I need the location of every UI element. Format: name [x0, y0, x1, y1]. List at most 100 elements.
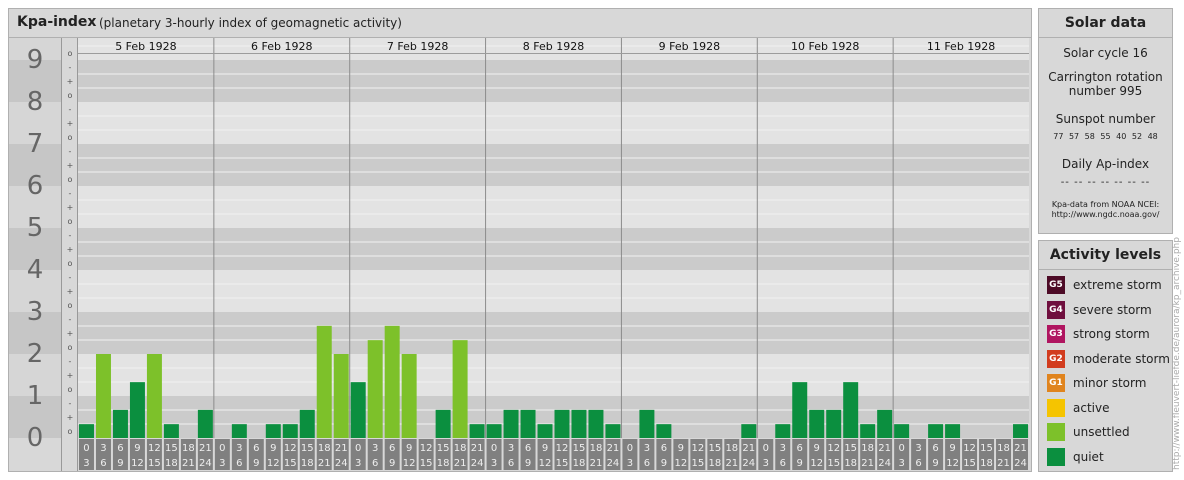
interval-start: 3: [915, 443, 921, 454]
day-label: 7 Feb 1928: [387, 40, 448, 53]
interval-start: 15: [844, 443, 857, 454]
interval-end: 24: [471, 458, 484, 469]
interval-start: 12: [556, 443, 569, 454]
sunspot-label: Sunspot number: [1055, 112, 1156, 126]
kp-bar: [656, 424, 672, 438]
interval-end: 15: [284, 458, 297, 469]
level-label: unsettled: [1073, 425, 1130, 439]
interval-start: 15: [980, 443, 993, 454]
kp-bar: [639, 409, 655, 438]
sub-tick-label: o: [68, 175, 73, 184]
interval-start: 9: [270, 443, 276, 454]
kp-bar: [146, 354, 162, 438]
interval-start: 21: [199, 443, 212, 454]
y-tick-label: 9: [27, 45, 44, 75]
interval-start: 18: [725, 443, 738, 454]
interval-start: 0: [83, 443, 89, 454]
interval-start: 9: [134, 443, 140, 454]
sub-tick-label: o: [68, 259, 73, 268]
interval-start: 6: [525, 443, 531, 454]
interval-end: 18: [437, 458, 450, 469]
kp-bar: [486, 424, 502, 438]
interval-end: 24: [199, 458, 212, 469]
interval-start: 9: [678, 443, 684, 454]
carrington-rotation-label: Carrington rotation: [1048, 70, 1163, 84]
day-label: 9 Feb 1928: [659, 40, 720, 53]
sub-tick-label: -: [69, 357, 72, 366]
interval-end: 21: [590, 458, 603, 469]
kp-bar: [316, 325, 332, 438]
interval-start: 15: [165, 443, 178, 454]
interval-end: 18: [573, 458, 586, 469]
chart-subtitle: (planetary 3-hourly index of geomagnetic…: [99, 16, 402, 30]
interval-end: 18: [708, 458, 721, 469]
y-tick-label: 0: [27, 423, 44, 453]
g5-swatch: G5: [1047, 276, 1065, 294]
interval-end: 12: [539, 458, 552, 469]
chart-title: Kpa-index: [17, 14, 97, 30]
interval-start: 12: [691, 443, 704, 454]
interval-end: 3: [355, 458, 361, 469]
interval-end: 15: [420, 458, 433, 469]
interval-end: 12: [946, 458, 959, 469]
interval-start: 12: [148, 443, 161, 454]
interval-end: 9: [932, 458, 938, 469]
interval-start: 6: [389, 443, 395, 454]
interval-end: 18: [844, 458, 857, 469]
interval-start: 12: [284, 443, 297, 454]
kp-bar: [112, 409, 128, 438]
day-label: 11 Feb 1928: [927, 40, 995, 53]
interval-start: 18: [182, 443, 195, 454]
kp-bar: [333, 354, 349, 438]
kp-bar: [503, 409, 519, 438]
interval-start: 3: [780, 443, 786, 454]
y-tick-label: 3: [27, 297, 44, 327]
interval-start: 3: [644, 443, 650, 454]
level-label: extreme storm: [1073, 278, 1162, 292]
y-tick-label: 1: [27, 381, 44, 411]
interval-end: 24: [878, 458, 891, 469]
interval-start: 15: [301, 443, 314, 454]
interval-start: 15: [708, 443, 721, 454]
interval-end: 12: [131, 458, 144, 469]
kp-bar: [282, 424, 298, 438]
interval-end: 9: [661, 458, 667, 469]
interval-end: 12: [403, 458, 416, 469]
interval-end: 21: [997, 458, 1010, 469]
kp-bar: [350, 382, 366, 438]
interval-end: 12: [267, 458, 280, 469]
kp-bar: [928, 424, 944, 438]
kp-band: [78, 354, 1029, 396]
interval-start: 0: [491, 443, 497, 454]
sub-tick-label: +: [67, 329, 74, 338]
kp-bar: [1013, 424, 1028, 438]
interval-end: 9: [389, 458, 395, 469]
interval-start: 9: [814, 443, 820, 454]
kp-bar: [435, 409, 451, 438]
interval-end: 6: [915, 458, 921, 469]
sub-tick-label: -: [69, 399, 72, 408]
interval-start: 0: [627, 443, 633, 454]
sub-tick-label: o: [68, 343, 73, 352]
day-label: 10 Feb 1928: [791, 40, 859, 53]
sub-tick-label: o: [68, 133, 73, 142]
kp-bar: [231, 424, 247, 438]
sub-tick-label: +: [67, 119, 74, 128]
interval-end: 12: [810, 458, 823, 469]
kp-bar: [95, 354, 111, 438]
interval-start: 6: [253, 443, 259, 454]
kp-bar: [79, 424, 94, 438]
kp-bar: [537, 424, 553, 438]
sub-tick-label: +: [67, 203, 74, 212]
interval-end: 18: [301, 458, 314, 469]
sub-tick-label: -: [69, 273, 72, 282]
interval-end: 15: [963, 458, 976, 469]
interval-end: 6: [100, 458, 106, 469]
kp-band: [78, 228, 1029, 270]
quiet-swatch: [1047, 447, 1065, 466]
interval-end: 3: [763, 458, 769, 469]
sub-tick-label: -: [69, 315, 72, 324]
level-label: minor storm: [1073, 376, 1147, 390]
sub-tick-label: +: [67, 413, 74, 422]
y-tick-label: 2: [27, 339, 44, 369]
